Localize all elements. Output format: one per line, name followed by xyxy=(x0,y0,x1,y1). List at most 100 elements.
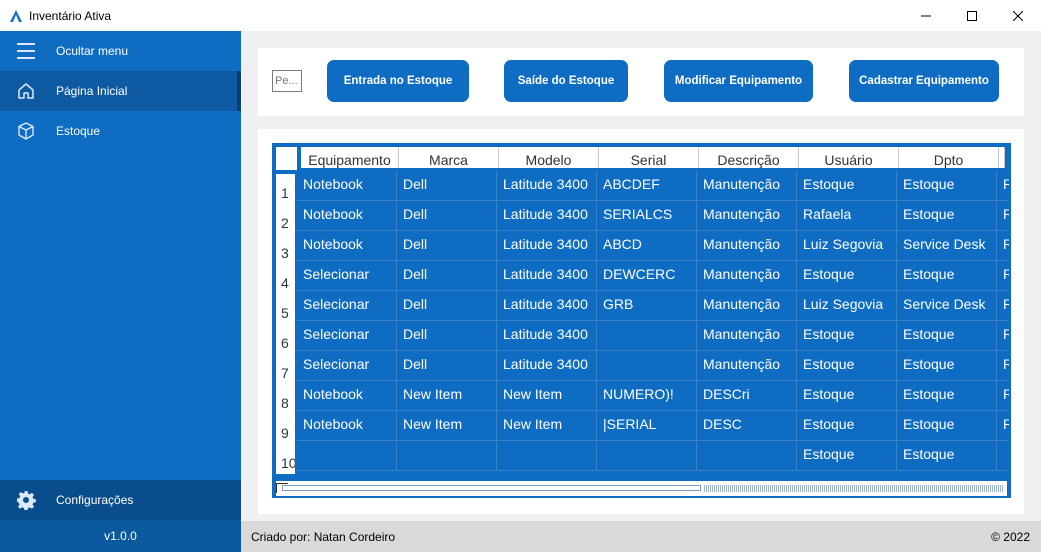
table-cell[interactable]: Service Desk xyxy=(897,291,997,321)
table-cell[interactable]: R xyxy=(997,291,1009,321)
scrollbar-thumb[interactable] xyxy=(282,485,701,491)
column-header[interactable] xyxy=(999,147,1005,168)
table-cell[interactable]: Estoque xyxy=(797,441,897,471)
table-cell[interactable]: R xyxy=(997,261,1009,291)
column-header[interactable]: Descrição xyxy=(699,147,799,168)
search-input[interactable] xyxy=(272,70,302,92)
table-cell[interactable]: New Item xyxy=(397,411,497,441)
table-cell[interactable]: R xyxy=(997,231,1009,261)
table-cell[interactable]: Dell xyxy=(397,231,497,261)
table-cell[interactable]: Manutenção xyxy=(697,291,797,321)
table-cell[interactable]: Estoque xyxy=(897,411,997,441)
table-row[interactable]: Notebook Dell Latitude 3400 ABCDEF Manutençã… xyxy=(297,171,1009,201)
row-header[interactable]: 10 xyxy=(276,444,295,474)
inventory-grid[interactable]: Equipamento Marca Modelo Serial Descrição Usu… xyxy=(272,143,1011,498)
table-cell[interactable] xyxy=(597,441,697,471)
column-header[interactable]: Usuário xyxy=(799,147,899,168)
register-equipment-button[interactable]: Cadastrar Equipamento xyxy=(849,60,999,102)
table-row[interactable]: Selecionar Dell Latitude 3400 GRB Manutenção… xyxy=(297,291,1009,321)
table-row[interactable]: Estoque Estoque xyxy=(297,441,1009,471)
table-cell[interactable]: Notebook xyxy=(297,381,397,411)
table-cell[interactable]: Dell xyxy=(397,321,497,351)
table-cell[interactable]: Manutenção xyxy=(697,201,797,231)
column-header[interactable]: Modelo xyxy=(499,147,599,168)
table-cell[interactable]: R xyxy=(997,351,1009,381)
table-cell[interactable]: Estoque xyxy=(897,201,997,231)
column-header[interactable]: Marca xyxy=(399,147,499,168)
table-cell[interactable]: Estoque xyxy=(897,321,997,351)
table-cell[interactable]: |SERIAL xyxy=(597,411,697,441)
table-cell[interactable]: Dell xyxy=(397,201,497,231)
table-row[interactable]: Selecionar Dell Latitude 3400 Manutenção Est… xyxy=(297,321,1009,351)
table-cell[interactable]: Manutenção xyxy=(697,171,797,201)
table-row[interactable]: Selecionar Dell Latitude 3400 DEWCERC Manute… xyxy=(297,261,1009,291)
table-cell[interactable]: Estoque xyxy=(897,171,997,201)
close-icon[interactable] xyxy=(995,0,1041,31)
table-cell[interactable] xyxy=(597,321,697,351)
table-cell[interactable]: Notebook xyxy=(297,411,397,441)
table-cell[interactable]: Estoque xyxy=(897,261,997,291)
table-cell[interactable]: Latitude 3400 xyxy=(497,261,597,291)
table-cell[interactable]: Selecionar xyxy=(297,351,397,381)
table-row[interactable]: Notebook New Item New Item NUMERO)! DESCri Es… xyxy=(297,381,1009,411)
row-header[interactable]: 5 xyxy=(276,294,295,324)
modify-equipment-button[interactable]: Modificar Equipamento xyxy=(664,60,813,102)
table-cell[interactable]: Latitude 3400 xyxy=(497,201,597,231)
table-cell[interactable]: R xyxy=(997,381,1009,411)
table-cell[interactable]: Estoque xyxy=(797,381,897,411)
sidebar-item-toggle-menu[interactable]: Ocultar menu xyxy=(0,31,241,71)
table-cell[interactable]: DESC xyxy=(697,411,797,441)
table-cell[interactable]: Latitude 3400 xyxy=(497,171,597,201)
table-cell[interactable]: Manutenção xyxy=(697,321,797,351)
table-cell[interactable]: Estoque xyxy=(897,381,997,411)
table-cell[interactable]: Estoque xyxy=(897,351,997,381)
table-cell[interactable]: R xyxy=(997,201,1009,231)
row-header[interactable]: 7 xyxy=(276,354,295,384)
table-cell[interactable] xyxy=(997,441,1009,471)
row-header[interactable]: 2 xyxy=(276,204,295,234)
table-cell[interactable]: Estoque xyxy=(797,351,897,381)
minimize-icon[interactable] xyxy=(903,0,949,31)
table-cell[interactable]: Latitude 3400 xyxy=(497,351,597,381)
table-cell[interactable]: ABCDEF xyxy=(597,171,697,201)
table-cell[interactable]: DEWCERC xyxy=(597,261,697,291)
table-row[interactable]: Selecionar Dell Latitude 3400 Manutenção Est… xyxy=(297,351,1009,381)
table-cell[interactable]: Estoque xyxy=(897,441,997,471)
table-cell[interactable]: R xyxy=(997,171,1009,201)
table-cell[interactable]: Manutenção xyxy=(697,231,797,261)
table-cell[interactable]: New Item xyxy=(397,381,497,411)
column-header[interactable]: Serial xyxy=(599,147,699,168)
table-cell[interactable]: Estoque xyxy=(797,321,897,351)
column-header[interactable]: Equipamento xyxy=(301,147,399,168)
table-cell[interactable] xyxy=(697,441,797,471)
scrollbar-track[interactable] xyxy=(704,485,1004,492)
table-cell[interactable]: Latitude 3400 xyxy=(497,321,597,351)
table-cell[interactable]: GRB xyxy=(597,291,697,321)
sidebar-item-home[interactable]: Página Inicial xyxy=(0,71,241,111)
table-cell[interactable]: SERIALCS xyxy=(597,201,697,231)
table-cell[interactable]: Notebook xyxy=(297,171,397,201)
table-cell[interactable]: Latitude 3400 xyxy=(497,291,597,321)
table-cell[interactable]: Dell xyxy=(397,261,497,291)
table-cell[interactable] xyxy=(497,441,597,471)
table-row[interactable]: Notebook New Item New Item |SERIAL DESC Estoq… xyxy=(297,411,1009,441)
sidebar-item-stock[interactable]: Estoque xyxy=(0,111,241,151)
table-cell[interactable]: Dell xyxy=(397,171,497,201)
table-cell[interactable]: Dell xyxy=(397,351,497,381)
stock-entry-button[interactable]: Entrada no Estoque xyxy=(327,60,469,102)
row-header[interactable]: 8 xyxy=(276,384,295,414)
table-cell[interactable]: Luiz Segovia xyxy=(797,291,897,321)
table-cell[interactable]: Dell xyxy=(397,291,497,321)
table-cell[interactable]: Estoque xyxy=(797,411,897,441)
table-cell[interactable]: New Item xyxy=(497,381,597,411)
stock-exit-button[interactable]: Saíde do Estoque xyxy=(504,60,628,102)
table-cell[interactable]: DESCri xyxy=(697,381,797,411)
row-header[interactable]: 6 xyxy=(276,324,295,354)
table-cell[interactable]: Manutenção xyxy=(697,261,797,291)
table-cell[interactable]: Notebook xyxy=(297,231,397,261)
table-cell[interactable]: Selecionar xyxy=(297,261,397,291)
table-cell[interactable]: R xyxy=(997,411,1009,441)
table-cell[interactable]: NUMERO)! xyxy=(597,381,697,411)
column-header[interactable]: Dpto xyxy=(899,147,999,168)
table-cell[interactable]: Luiz Segovia xyxy=(797,231,897,261)
